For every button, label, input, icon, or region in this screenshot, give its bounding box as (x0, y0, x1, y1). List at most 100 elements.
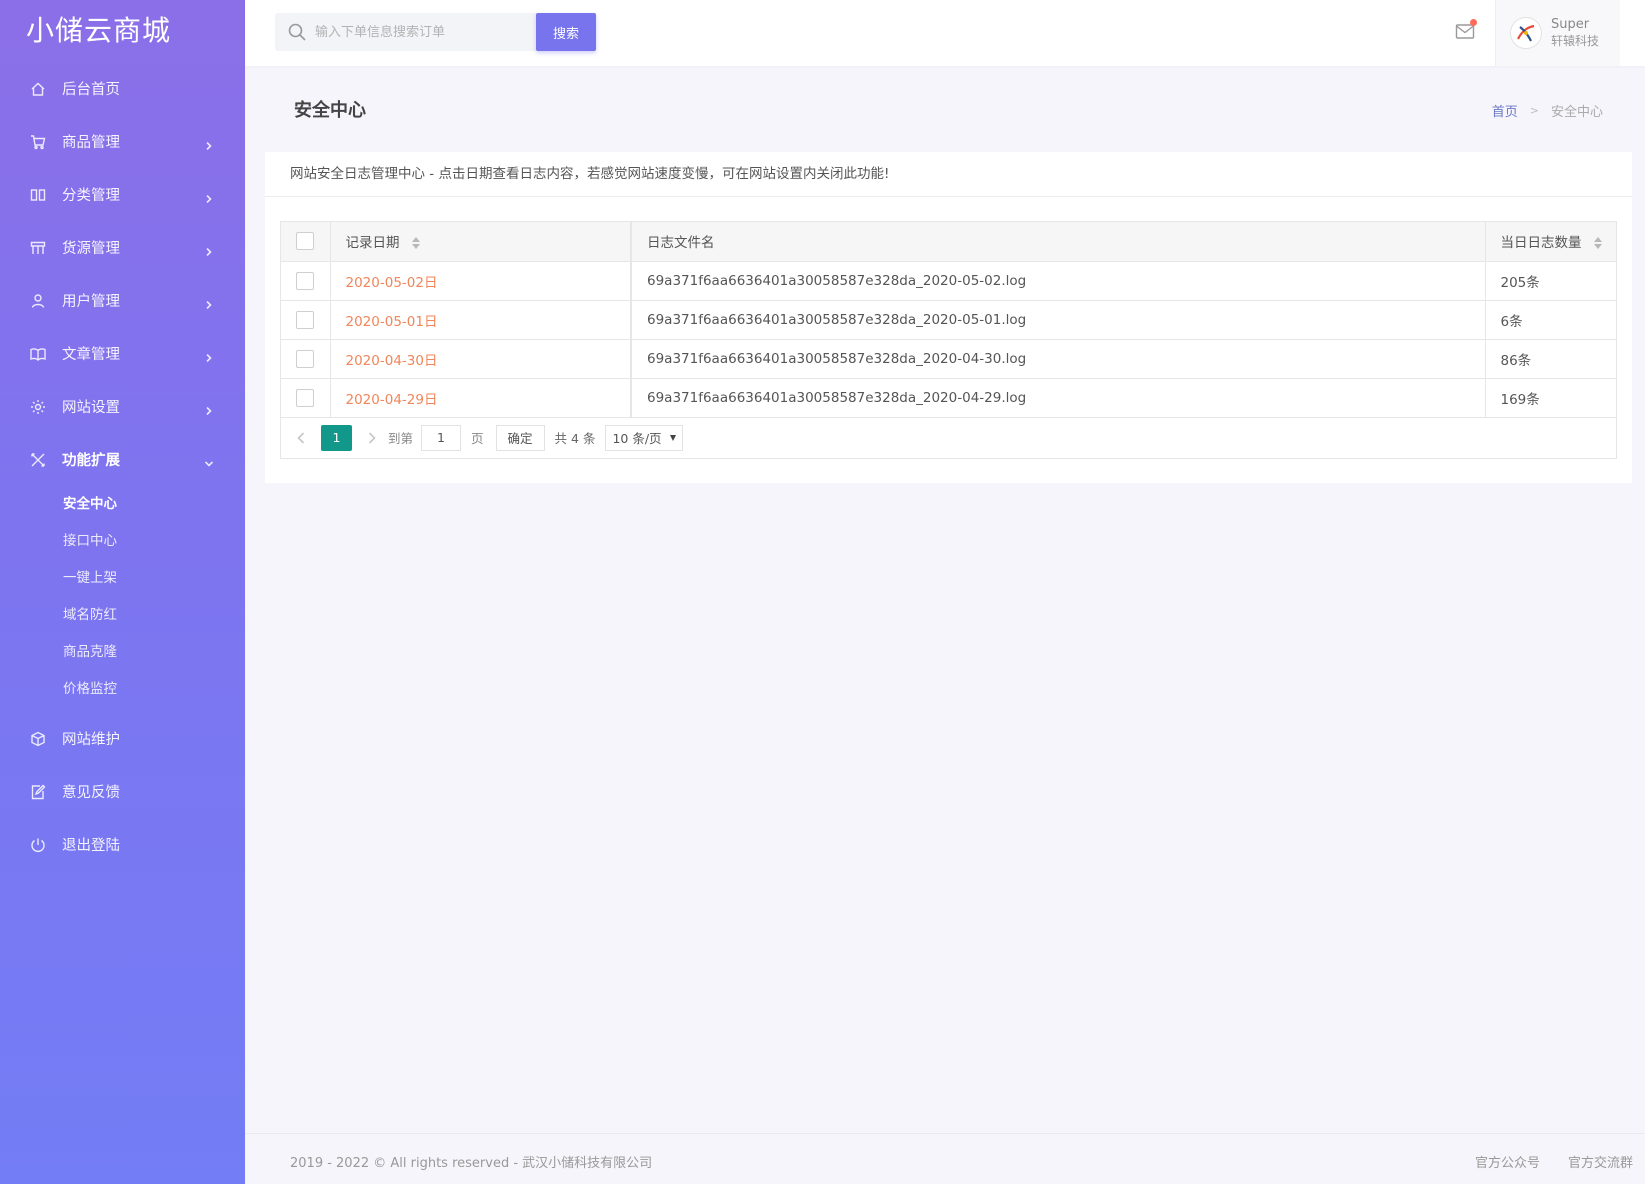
date-link[interactable]: 2020-05-02日 (346, 275, 438, 291)
row-checkbox[interactable] (296, 310, 315, 329)
sidebar-item-label: 商品管理 (62, 135, 120, 151)
sidebar-item-logout[interactable]: 退出登陆 (0, 818, 245, 871)
extensions-submenu: 安全中心 接口中心 一键上架 域名防红 商品克隆 价格监控 (0, 486, 245, 712)
top-header: 搜索 Super 轩辕科技 (245, 0, 1645, 66)
user-name: Super (1551, 17, 1590, 32)
row-checkbox[interactable] (296, 349, 315, 368)
sidebar-item-users[interactable]: 用户管理 (0, 274, 245, 327)
submenu-item-product-clone[interactable]: 商品克隆 (0, 634, 245, 671)
submenu-item-api-center[interactable]: 接口中心 (0, 523, 245, 560)
chevron-down-icon (204, 456, 214, 467)
sidebar-item-maintenance[interactable]: 网站维护 (0, 712, 245, 765)
table-row: 2020-04-30日 69a371f6aa6636401a30058587e3… (281, 339, 1616, 379)
select-all-cell (281, 222, 331, 262)
gear-icon (30, 399, 46, 415)
footer-links: 官方公众号 官方交流群 (1447, 1152, 1633, 1171)
date-cell: 2020-04-30日 (330, 339, 632, 379)
sidebar-item-feedback[interactable]: 意见反馈 (0, 765, 245, 818)
row-select-cell (281, 300, 331, 340)
search-box (275, 13, 537, 51)
column-header-date[interactable]: 记录日期 (330, 222, 632, 262)
columns-icon (30, 187, 46, 203)
sidebar-item-extensions[interactable]: 功能扩展 (0, 433, 245, 486)
app-logo[interactable]: 小储云商城 (0, 0, 245, 62)
sidebar-item-label: 退出登陆 (62, 838, 120, 854)
row-select-cell (281, 261, 331, 301)
breadcrumb-current: 安全中心 (1550, 105, 1603, 120)
table-row: 2020-05-01日 69a371f6aa6636401a30058587e3… (281, 300, 1616, 340)
user-icon (30, 293, 46, 309)
submenu-item-security-center[interactable]: 安全中心 (0, 486, 245, 523)
footer-copyright: 2019 - 2022 © All rights reserved - 武汉小储… (290, 1156, 653, 1171)
date-link[interactable]: 2020-05-01日 (346, 314, 438, 330)
file-cell: 69a371f6aa6636401a30058587e328da_2020-04… (631, 378, 1486, 418)
goto-confirm-button[interactable]: 确定 (495, 424, 545, 451)
sidebar-item-articles[interactable]: 文章管理 (0, 327, 245, 380)
store-icon (30, 240, 46, 256)
submenu-item-one-click-listing[interactable]: 一键上架 (0, 560, 245, 597)
footer-link-wechat[interactable]: 官方公众号 (1475, 1152, 1540, 1171)
date-link[interactable]: 2020-04-29日 (346, 392, 438, 408)
column-header-file: 日志文件名 (631, 222, 1486, 262)
column-header-count[interactable]: 当日日志数量 (1485, 222, 1616, 262)
cart-icon (30, 134, 46, 150)
user-menu[interactable]: Super 轩辕科技 (1495, 0, 1620, 66)
chevron-right-icon (205, 244, 213, 256)
tools-icon (30, 452, 46, 468)
goto-page-input[interactable] (421, 424, 462, 451)
count-cell: 86条 (1485, 339, 1616, 379)
prev-page-icon[interactable] (291, 428, 311, 448)
log-table-container: 记录日期 日志文件名 当日日志数量 2020-05-02日 69a371f6aa… (280, 221, 1617, 459)
column-header-label: 当日日志数量 (1500, 235, 1582, 252)
date-cell: 2020-05-02日 (330, 261, 632, 301)
search-icon (287, 22, 307, 42)
date-cell: 2020-04-29日 (330, 378, 632, 418)
sidebar-item-categories[interactable]: 分类管理 (0, 168, 245, 221)
row-checkbox[interactable] (296, 388, 315, 407)
breadcrumb-home[interactable]: 首页 (1492, 101, 1518, 120)
next-page-icon[interactable] (362, 428, 382, 448)
power-icon (30, 837, 46, 853)
page-size-select[interactable]: 10 条/页 (605, 424, 683, 451)
sort-icon[interactable] (1593, 237, 1603, 250)
sidebar-item-label: 网站设置 (62, 400, 120, 416)
page-title: 安全中心 (294, 100, 366, 121)
user-info: Super 轩辕科技 (1551, 17, 1599, 49)
count-cell: 6条 (1485, 300, 1616, 340)
caret-down-icon (669, 434, 676, 441)
sidebar-item-settings[interactable]: 网站设置 (0, 380, 245, 433)
file-cell: 69a371f6aa6636401a30058587e328da_2020-05… (631, 261, 1486, 301)
home-icon (30, 81, 46, 97)
submenu-item-domain-protection[interactable]: 域名防红 (0, 597, 245, 634)
total-count: 共 4 条 (554, 431, 596, 446)
log-table: 记录日期 日志文件名 当日日志数量 2020-05-02日 69a371f6aa… (281, 222, 1616, 418)
date-link[interactable]: 2020-04-30日 (346, 353, 438, 369)
sidebar-item-label: 文章管理 (62, 347, 120, 363)
sidebar-item-label: 意见反馈 (62, 785, 120, 801)
mail-icon[interactable] (1455, 19, 1477, 40)
sidebar-menu: 后台首页 商品管理 分类管理 货源管理 用户管理 文章管理 网站设置 功能扩展 … (0, 62, 245, 871)
footer-link-group[interactable]: 官方交流群 (1568, 1152, 1633, 1171)
page-current[interactable]: 1 (321, 424, 352, 451)
submenu-item-price-monitor[interactable]: 价格监控 (0, 671, 245, 708)
avatar (1510, 17, 1542, 49)
file-cell: 69a371f6aa6636401a30058587e328da_2020-04… (631, 339, 1486, 379)
select-all-checkbox[interactable] (296, 232, 315, 251)
sort-icon[interactable] (411, 237, 421, 250)
sidebar-item-sources[interactable]: 货源管理 (0, 221, 245, 274)
search-input[interactable] (315, 24, 515, 40)
row-checkbox[interactable] (296, 271, 315, 290)
column-header-label: 日志文件名 (647, 235, 715, 252)
sidebar-item-label: 功能扩展 (62, 453, 120, 469)
sidebar-item-label: 货源管理 (62, 241, 120, 257)
card-notice: 网站安全日志管理中心 - 点击日期查看日志内容，若感觉网站速度变慢，可在网站设置… (265, 152, 1632, 197)
chevron-right-icon (205, 297, 213, 309)
breadcrumb: 首页 > 安全中心 (1492, 101, 1603, 120)
sidebar-item-dashboard[interactable]: 后台首页 (0, 62, 245, 115)
security-log-card: 网站安全日志管理中心 - 点击日期查看日志内容，若感觉网站速度变慢，可在网站设置… (265, 152, 1632, 483)
sidebar-item-products[interactable]: 商品管理 (0, 115, 245, 168)
column-header-label: 记录日期 (345, 235, 400, 252)
search-button[interactable]: 搜索 (536, 13, 596, 51)
pagination: 1 到第 页 确定 共 4 条 10 条/页 (281, 418, 1616, 458)
sidebar-item-label: 后台首页 (62, 82, 120, 98)
